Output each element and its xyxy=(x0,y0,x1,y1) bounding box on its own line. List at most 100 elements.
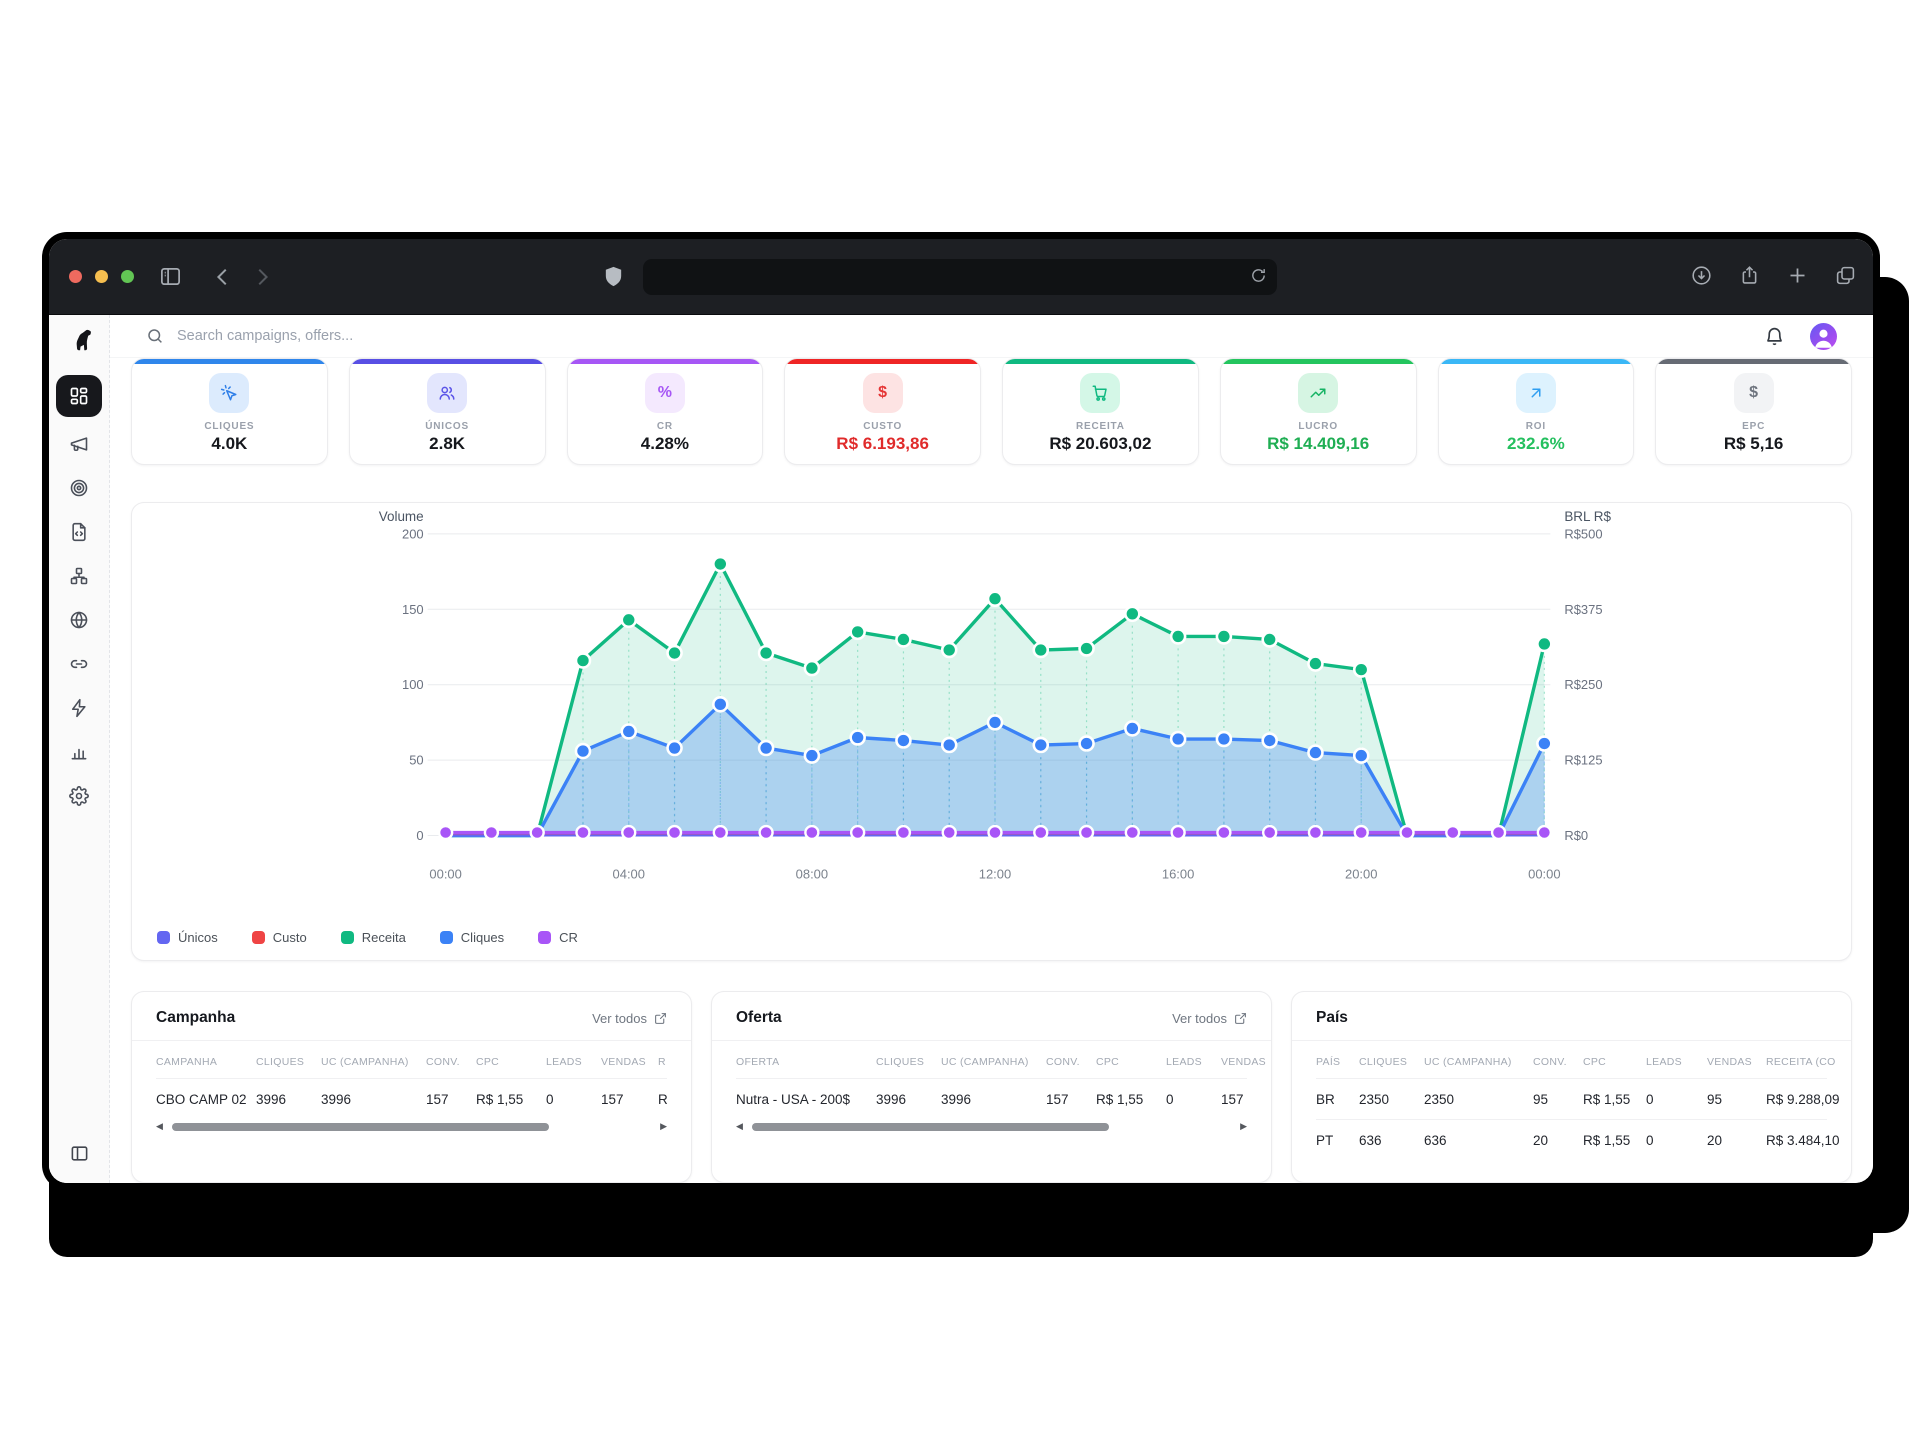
kpi-accent-bar xyxy=(568,359,763,364)
table-cell: R$ 1,55 xyxy=(1583,1120,1646,1160)
table-cell: R$ 3.484,10 xyxy=(1766,1120,1852,1160)
sidebar-item-link[interactable] xyxy=(57,647,101,681)
new-tab-plus-icon[interactable] xyxy=(1787,265,1808,286)
svg-text:200: 200 xyxy=(402,526,424,541)
tab-overview-icon[interactable] xyxy=(1835,265,1856,286)
sidebar-item-gear[interactable] xyxy=(57,779,101,813)
table-cell: 157 xyxy=(426,1079,476,1119)
kpi-value: 2.8K xyxy=(429,434,465,454)
legend-label: Receita xyxy=(362,930,406,945)
app-main: Search campaigns, offers... CLIQUES4.0KÚ… xyxy=(110,315,1873,1183)
forward-button[interactable] xyxy=(251,266,273,288)
search-input[interactable]: Search campaigns, offers... xyxy=(177,328,1764,344)
sidebar-collapse-icon[interactable] xyxy=(70,1144,89,1166)
legend-item-únicos[interactable]: Únicos xyxy=(157,930,218,945)
legend-item-receita[interactable]: Receita xyxy=(341,930,406,945)
kpi-value: 232.6% xyxy=(1507,434,1565,454)
reload-icon[interactable] xyxy=(1250,267,1267,287)
search-bar[interactable]: Search campaigns, offers... xyxy=(146,327,1764,345)
kpi-card-custo: $CUSTOR$ 6.193,86 xyxy=(784,358,981,465)
column-header: RECEITA (CO xyxy=(1766,1041,1852,1078)
kpi-card-receita: RECEITAR$ 20.603,02 xyxy=(1002,358,1199,465)
table-card-campanha: Campanha Ver todos CAMPANHACLIQUESUC (CAMP… xyxy=(131,991,692,1183)
tables-row: Campanha Ver todos CAMPANHACLIQUESUC (CAMP… xyxy=(131,991,1852,1183)
horizontal-scrollbar[interactable]: ◀▶ xyxy=(736,1122,1247,1131)
column-header: VENDAS xyxy=(1221,1041,1272,1078)
dashboard-content: CLIQUES4.0KÚNICOS2.8K%CR4.28%$CUSTOR$ 6.… xyxy=(110,358,1873,1183)
sidebar-item-globe[interactable] xyxy=(57,603,101,637)
column-header: R xyxy=(658,1041,692,1078)
legend-item-cliques[interactable]: Cliques xyxy=(440,930,504,945)
zoom-button[interactable] xyxy=(121,270,134,283)
table-cell: 2350 xyxy=(1359,1079,1424,1119)
scroll-right-icon[interactable]: ▶ xyxy=(1240,1122,1247,1131)
kpi-value: R$ 5,16 xyxy=(1724,434,1784,454)
table-title: Campanha xyxy=(156,1009,235,1027)
table-cell: 157 xyxy=(601,1079,658,1119)
privacy-shield-icon[interactable] xyxy=(602,265,625,288)
scrollbar-thumb[interactable] xyxy=(172,1123,549,1131)
view-all-link[interactable]: Ver todos xyxy=(592,1011,667,1026)
legend-label: Custo xyxy=(273,930,307,945)
scrollbar-track[interactable] xyxy=(750,1123,1233,1131)
scrollbar-thumb[interactable] xyxy=(752,1123,1110,1131)
column-header: CLIQUES xyxy=(256,1041,321,1078)
kpi-label: RECEITA xyxy=(1076,421,1125,432)
column-header: VENDAS xyxy=(601,1041,658,1078)
svg-text:08:00: 08:00 xyxy=(796,866,828,881)
view-all-link[interactable]: Ver todos xyxy=(1172,1011,1247,1026)
chart-card: 200R$500150R$375100R$25050R$1250R$0Volum… xyxy=(131,502,1852,961)
external-link-icon xyxy=(654,1012,667,1025)
svg-text:00:00: 00:00 xyxy=(429,866,461,881)
sidebar-item-layout-dashboard[interactable] xyxy=(56,375,102,417)
share-icon[interactable] xyxy=(1739,265,1760,286)
svg-text:R$500: R$500 xyxy=(1564,526,1602,541)
view-all-label: Ver todos xyxy=(1172,1011,1227,1026)
column-header: OFERTA xyxy=(736,1041,876,1078)
svg-text:Volume: Volume xyxy=(379,509,424,524)
sidebar-item-sitemap[interactable] xyxy=(57,559,101,593)
kpi-card-roi: ROI232.6% xyxy=(1438,358,1635,465)
kpi-label: EPC xyxy=(1742,421,1765,432)
table-header-row: CAMPANHACLIQUESUC (CAMPANHA)CONV.CPCLEAD… xyxy=(156,1041,667,1079)
legend-item-cr[interactable]: CR xyxy=(538,930,578,945)
table-header-row: PAÍSCLIQUESUC (CAMPANHA)CONV.CPCLEADSVEN… xyxy=(1316,1041,1827,1079)
sidebar-item-bar-chart[interactable] xyxy=(57,735,101,769)
view-all-label: Ver todos xyxy=(592,1011,647,1026)
legend-swatch xyxy=(341,931,354,944)
table-row: BR2350235095R$ 1,55095R$ 9.288,09 xyxy=(1316,1079,1827,1119)
sidebar-toggle-icon[interactable] xyxy=(159,265,182,288)
horizontal-scrollbar[interactable]: ◀▶ xyxy=(156,1122,667,1131)
minimize-button[interactable] xyxy=(95,270,108,283)
sidebar-item-zap[interactable] xyxy=(57,691,101,725)
kpi-accent-bar xyxy=(785,359,980,364)
address-bar[interactable] xyxy=(643,259,1277,295)
table-header-row: OFERTACLIQUESUC (CAMPANHA)CONV.CPCLEADSV… xyxy=(736,1041,1247,1079)
download-icon[interactable] xyxy=(1691,265,1712,286)
svg-text:00:00: 00:00 xyxy=(1528,866,1560,881)
back-button[interactable] xyxy=(212,266,234,288)
table-cell: 636 xyxy=(1359,1120,1424,1160)
app-sidebar xyxy=(49,315,110,1183)
sidebar-item-target[interactable] xyxy=(57,471,101,505)
search-icon xyxy=(146,327,164,345)
column-header: CONV. xyxy=(1533,1041,1583,1078)
notifications-bell-icon[interactable] xyxy=(1764,326,1785,347)
table: CAMPANHACLIQUESUC (CAMPANHA)CONV.CPCLEAD… xyxy=(132,1041,691,1119)
column-header: VENDAS xyxy=(1707,1041,1766,1078)
sidebar-item-megaphone[interactable] xyxy=(57,427,101,461)
close-button[interactable] xyxy=(69,270,82,283)
scrollbar-track[interactable] xyxy=(170,1123,653,1131)
dog-logo-icon[interactable] xyxy=(66,327,93,354)
legend-label: Únicos xyxy=(178,930,218,945)
scroll-left-icon[interactable]: ◀ xyxy=(156,1122,163,1131)
legend-item-custo[interactable]: Custo xyxy=(252,930,307,945)
column-header: CAMPANHA xyxy=(156,1041,256,1078)
sidebar-item-file-code[interactable] xyxy=(57,515,101,549)
kpi-card-cliques: CLIQUES4.0K xyxy=(131,358,328,465)
scroll-left-icon[interactable]: ◀ xyxy=(736,1122,743,1131)
window-controls xyxy=(69,270,134,283)
svg-text:20:00: 20:00 xyxy=(1345,866,1377,881)
scroll-right-icon[interactable]: ▶ xyxy=(660,1122,667,1131)
user-avatar[interactable] xyxy=(1810,323,1837,350)
